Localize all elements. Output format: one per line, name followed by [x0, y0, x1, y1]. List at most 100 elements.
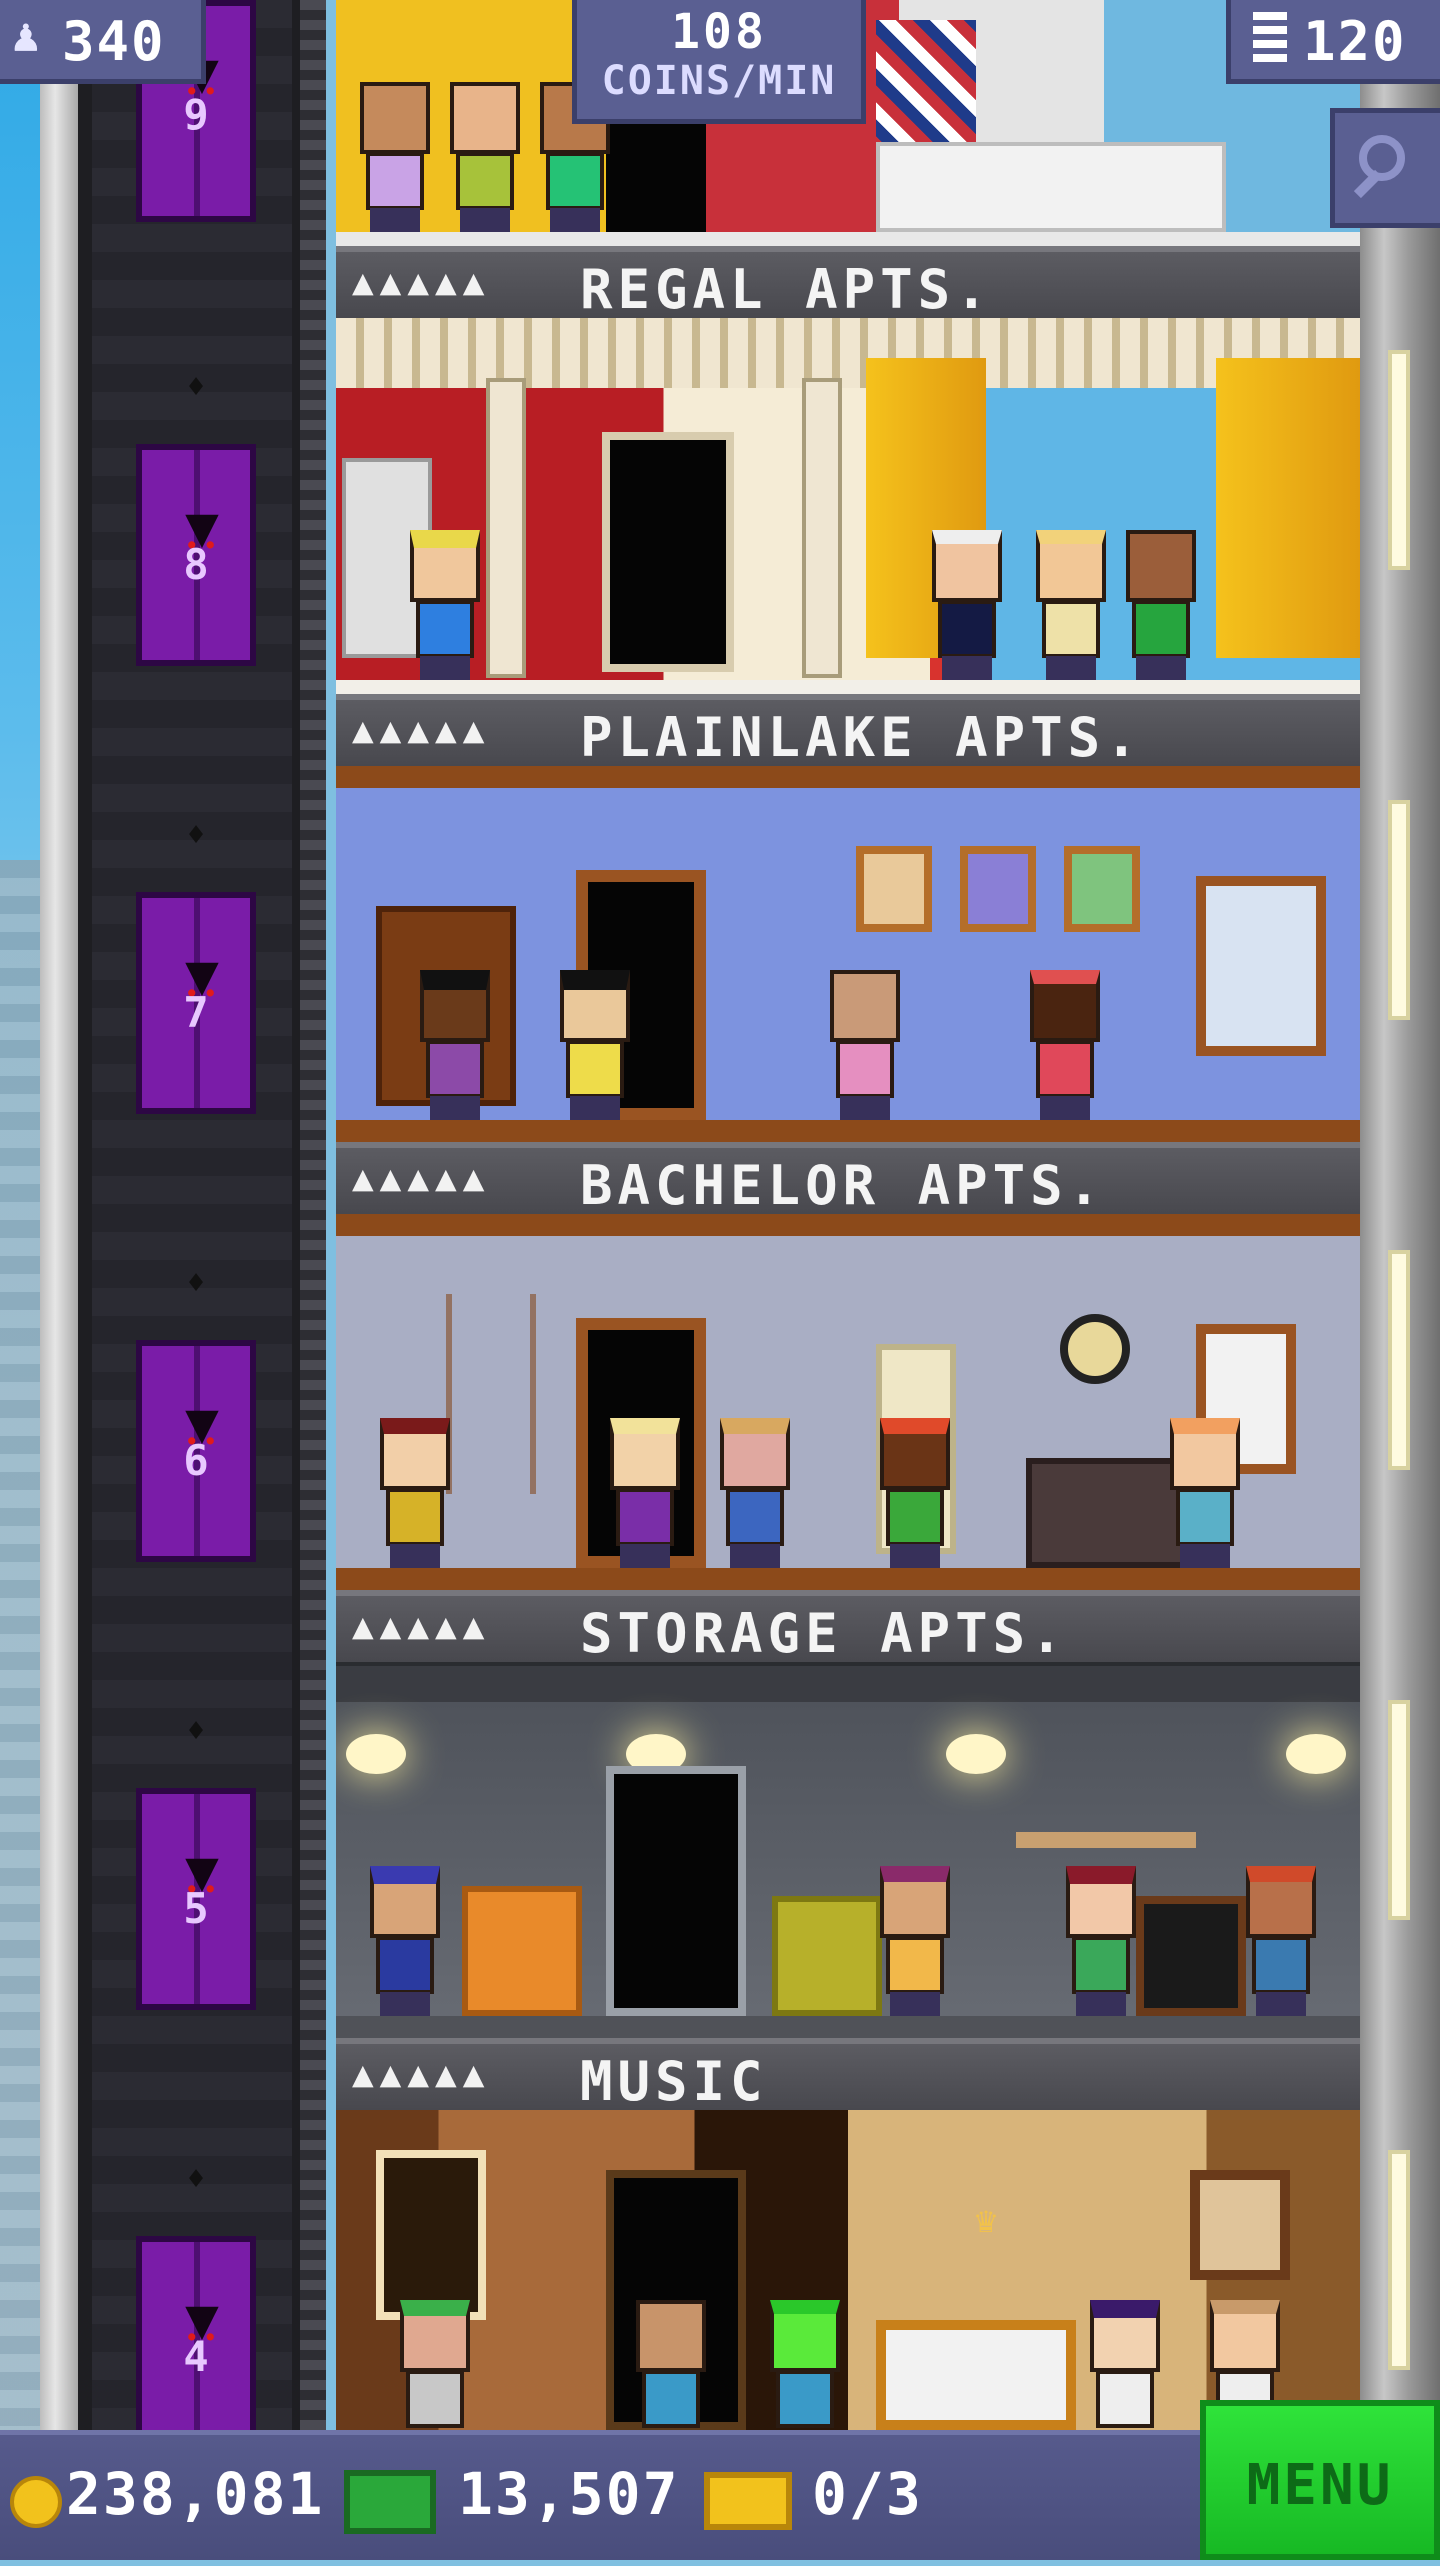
white-sofa [876, 142, 1226, 232]
window [376, 2150, 486, 2320]
floor-stars: ▲▲▲▲▲ [352, 1606, 491, 1647]
bitizen[interactable] [366, 1866, 444, 2016]
coins-per-min-label: COINS/MIN [601, 58, 837, 104]
television [1136, 1896, 1246, 2016]
search-button[interactable] [1330, 108, 1440, 228]
elevator-car-5[interactable]: ▼ 5 [128, 1788, 276, 2010]
bitizen[interactable] [1062, 1866, 1140, 2016]
picture-frame [1190, 2170, 1290, 2280]
bitizen[interactable] [1032, 530, 1110, 680]
elevator-hook-icon: ♦ [186, 370, 206, 405]
window [1196, 876, 1326, 1056]
elevator-floor-number: 7 [183, 988, 209, 1037]
wall-light [1388, 350, 1410, 570]
room-music[interactable]: ♛ [336, 2110, 1360, 2430]
elevator-hook-icon: ♦ [186, 818, 206, 853]
population-counter[interactable]: ♟ 340 [0, 0, 206, 84]
bitizen[interactable] [826, 970, 904, 1120]
magnifier-icon [1359, 135, 1405, 181]
bux-value: 13,507 [458, 2460, 680, 2528]
ticket-icon [704, 2472, 792, 2530]
elevator-floor-number: 9 [183, 90, 209, 139]
elevator-hook-icon: ♦ [186, 1266, 206, 1301]
floor-name: MUSIC [580, 2050, 768, 2113]
city-background [0, 860, 45, 2430]
room-bachelor-apts[interactable] [336, 1214, 1360, 1590]
picture-frame [960, 846, 1036, 932]
wall-light [1388, 2150, 1410, 2370]
door [602, 432, 734, 672]
dartboard [1060, 1314, 1130, 1384]
orange-armchair [462, 1886, 582, 2016]
elevator-floor-number: 5 [183, 1884, 209, 1933]
wall-light [1388, 800, 1410, 1020]
ceiling-lamp [346, 1734, 406, 1774]
column [486, 378, 526, 678]
bitizen[interactable] [406, 530, 484, 680]
bitizen[interactable] [606, 1418, 684, 1568]
picture-frame [1064, 846, 1140, 932]
curtain [1216, 358, 1360, 658]
yellow-armchair [772, 1896, 882, 2016]
bitizen[interactable] [356, 82, 434, 232]
room-storage-apts[interactable] [336, 1662, 1360, 2038]
tower-edge [40, 0, 78, 2430]
bitizen[interactable] [716, 1418, 794, 1568]
population-value: 340 [62, 10, 166, 73]
floor-name: REGAL APTS. [580, 258, 993, 321]
room-plainlake-apts[interactable] [336, 766, 1360, 1142]
floor-label-music[interactable]: ▲▲▲▲▲ MUSIC [336, 2038, 1360, 2113]
elevator-car-8[interactable]: ▼ 8 [128, 444, 276, 666]
bitizen[interactable] [446, 82, 524, 232]
picture-frame [856, 846, 932, 932]
floor-label-storage-apts[interactable]: ▲▲▲▲▲ STORAGE APTS. [336, 1590, 1360, 1665]
elevator-car-6[interactable]: ▼ 6 [128, 1340, 276, 1562]
bitizen[interactable] [876, 1418, 954, 1568]
room-regal-apts[interactable] [336, 318, 1360, 694]
bitizen[interactable] [1242, 1866, 1320, 2016]
elevator-rail [300, 0, 326, 2430]
ceiling-lamp [1286, 1734, 1346, 1774]
floor-label-plainlake-apts[interactable]: ▲▲▲▲▲ PLAINLAKE APTS. [336, 694, 1360, 769]
bitizen[interactable] [876, 1866, 954, 2016]
floor-name: BACHELOR APTS. [580, 1154, 1106, 1217]
ceiling-lamp [946, 1734, 1006, 1774]
wall-light [1388, 1700, 1410, 1920]
column [802, 378, 842, 678]
floor-stars: ▲▲▲▲▲ [352, 262, 491, 303]
elevator-hook-icon: ♦ [186, 1714, 206, 1749]
bitizen[interactable] [416, 970, 494, 1120]
elevator-floor-number: 4 [183, 2332, 209, 2381]
elevator-hook-icon: ♦ [186, 2162, 206, 2197]
floor-name: STORAGE APTS. [580, 1602, 1068, 1665]
tickets-value: 0/3 [812, 2460, 923, 2528]
elevator-floor-number: 6 [183, 1436, 209, 1485]
elevator-shaft-bricks [92, 0, 292, 2430]
elevator-floor-number: 8 [183, 540, 209, 589]
bitizen[interactable] [396, 2300, 474, 2430]
floor-count-counter[interactable]: 120 [1226, 0, 1440, 84]
bitizen[interactable] [766, 2300, 844, 2430]
coins-per-min-value: 108 [671, 4, 767, 60]
dead-tree [446, 1294, 536, 1494]
bitizen[interactable] [1086, 2300, 1164, 2430]
menu-button[interactable]: MENU [1200, 2400, 1440, 2560]
bitizen[interactable] [556, 970, 634, 1120]
floor-stars: ▲▲▲▲▲ [352, 2054, 491, 2095]
building-icon [1253, 12, 1287, 62]
floor-label-bachelor-apts[interactable]: ▲▲▲▲▲ BACHELOR APTS. [336, 1142, 1360, 1217]
elevator-car-7[interactable]: ▼ 7 [128, 892, 276, 1114]
bitizen[interactable] [928, 530, 1006, 680]
bitizen[interactable] [1122, 530, 1200, 680]
elevator-car-4[interactable]: ▼ 4 [128, 2236, 276, 2458]
coins-per-min-panel[interactable]: 108 COINS/MIN [572, 0, 866, 124]
chandelier-icon: ♛ [975, 2200, 997, 2241]
bitizen[interactable] [376, 1418, 454, 1568]
wall-light [1388, 1250, 1410, 1470]
bitizen[interactable] [632, 2300, 710, 2430]
floor-name: PLAINLAKE APTS. [580, 706, 1143, 769]
bitizen[interactable] [1166, 1418, 1244, 1568]
bitizen[interactable] [1026, 970, 1104, 1120]
bux-icon [344, 2470, 436, 2534]
floor-label-regal-apts[interactable]: ▲▲▲▲▲ REGAL APTS. [336, 246, 1360, 321]
